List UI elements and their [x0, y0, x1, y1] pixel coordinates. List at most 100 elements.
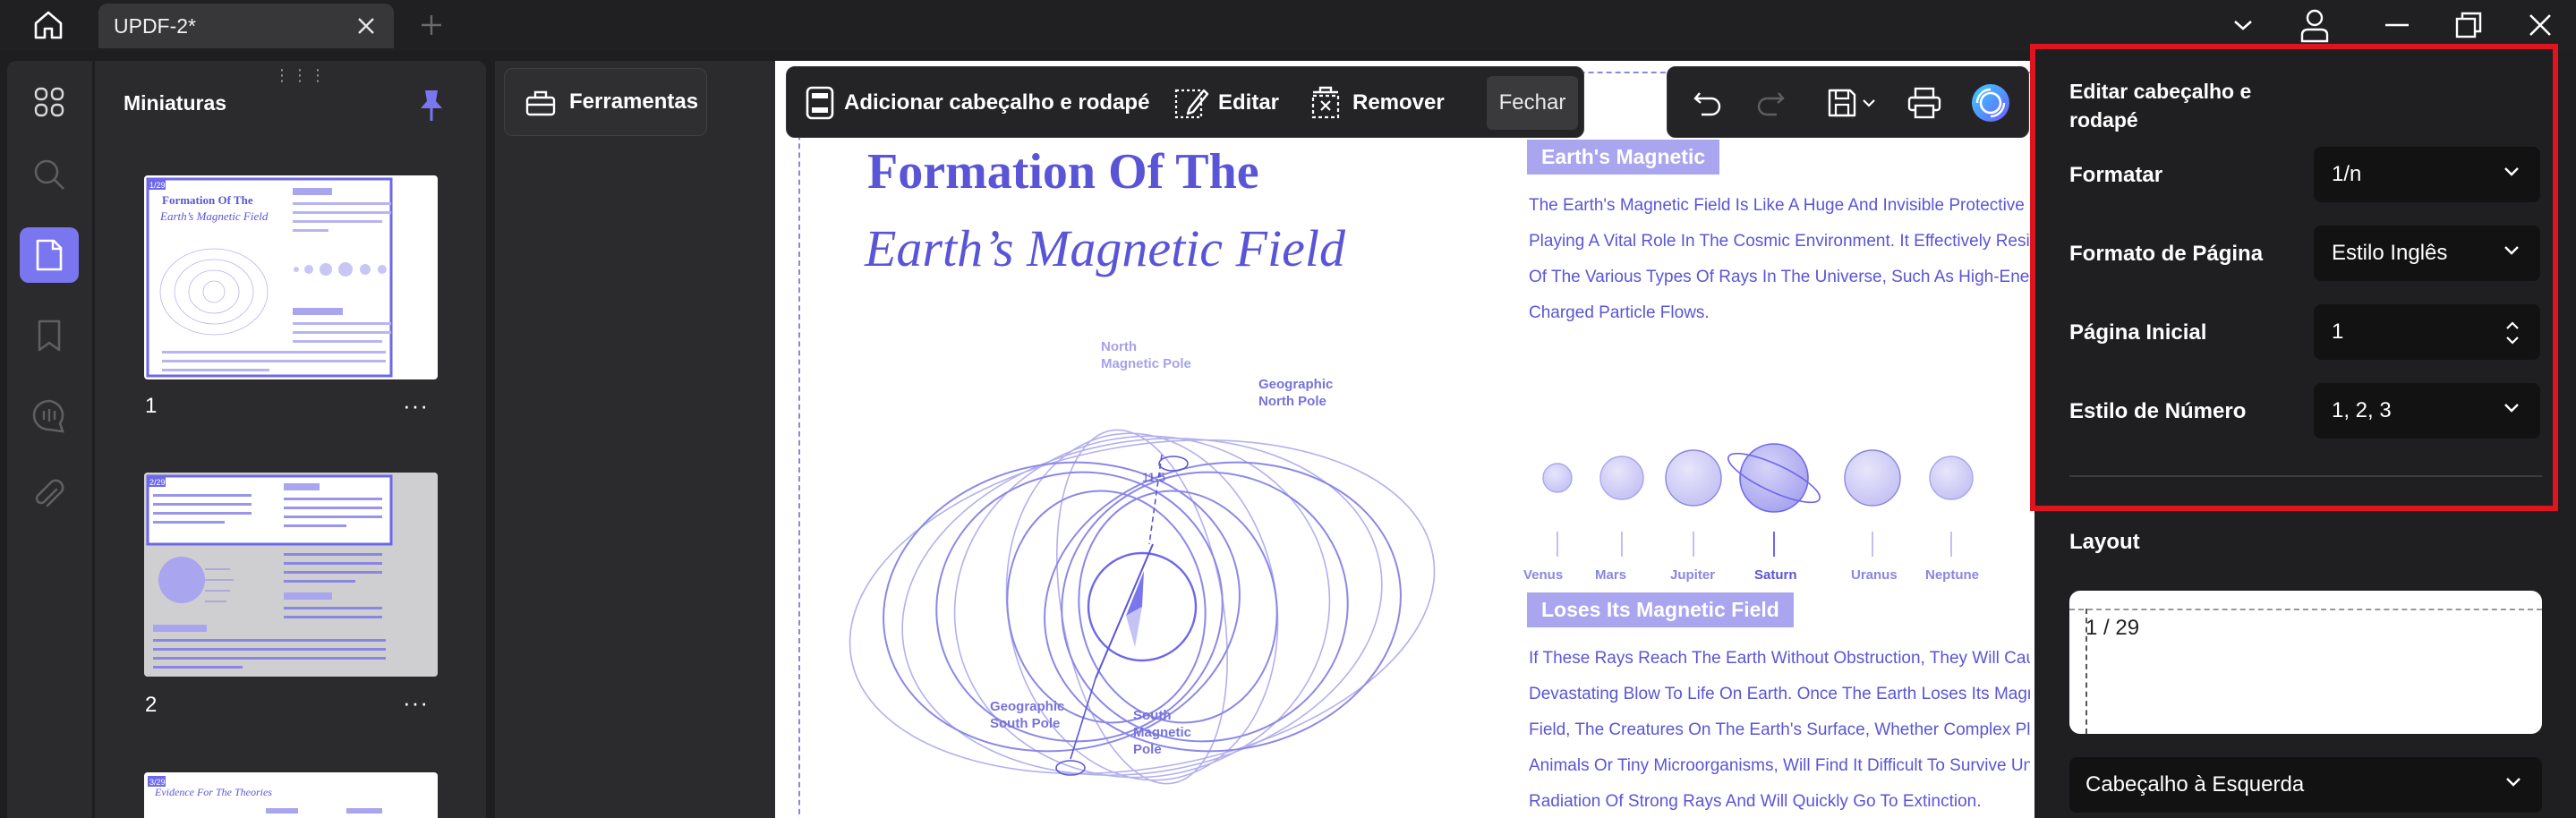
new-tab-button[interactable]	[417, 11, 446, 39]
page-icon	[36, 239, 63, 271]
position-select[interactable]: Cabeçalho à Esquerda	[2069, 757, 2542, 813]
print-button[interactable]	[1902, 80, 1947, 126]
chevron-down-icon	[2504, 167, 2519, 176]
page-thumbnail-2[interactable]: 2/29	[144, 473, 438, 677]
document-tab[interactable]: UPDF-2*	[98, 4, 394, 48]
format-value: 1/n	[2332, 162, 2362, 186]
label-line: Pole	[1133, 742, 1162, 757]
thumbnail-preview: 3/29 Evidence For The Theories	[148, 776, 382, 814]
paragraph-line: If These Rays Reach The Earth Without Ob…	[1529, 649, 2030, 668]
restore-button[interactable]	[2445, 7, 2492, 43]
edit-label: Editar	[1218, 90, 1280, 115]
position-value: Cabeçalho à Esquerda	[2086, 772, 2305, 797]
tools-column: Ferramentas	[495, 61, 774, 818]
paragraph-line: Of The Various Types Of Rays In The Univ…	[1529, 268, 2030, 286]
label-line: Magnetic Pole	[1101, 356, 1191, 371]
thumbnail-heading: Evidence For The Theories	[154, 786, 272, 798]
number-style-select[interactable]: 1, 2, 3	[2314, 383, 2540, 439]
toolbox-icon	[525, 90, 556, 116]
planet-label: Uranus	[1851, 567, 1898, 583]
sidebar-item-attachments[interactable]	[20, 467, 79, 523]
planets-illustration	[1542, 443, 1974, 557]
tab-close-button[interactable]	[353, 13, 380, 39]
label-line: North Pole	[1258, 394, 1326, 409]
pin-icon	[421, 90, 442, 121]
header-footer-icon	[806, 86, 834, 120]
chevron-down-icon	[1863, 99, 1875, 107]
paragraph-line: Radiation Of Strong Rays And Will Quickl…	[1529, 792, 1982, 811]
sidebar-item-comments[interactable]	[20, 388, 79, 444]
start-page-stepper[interactable]: 1	[2314, 304, 2540, 360]
diagram-label-north-magnetic: North Magnetic Pole	[1101, 338, 1191, 372]
window-close-button[interactable]	[2517, 7, 2563, 43]
bookmark-icon	[38, 320, 61, 352]
user-icon	[2300, 9, 2329, 43]
drag-handle[interactable]: ⋮⋮⋮	[274, 66, 328, 85]
add-header-footer-label: Adicionar cabeçalho e rodapé	[844, 90, 1150, 115]
section-paragraph: If These Rays Reach The Earth Without Ob…	[1529, 641, 2030, 818]
plus-icon	[422, 15, 441, 35]
paragraph-line: Field, The Creatures On The Earth's Surf…	[1529, 720, 2030, 739]
edit-button[interactable]: Editar	[1173, 80, 1279, 126]
minimize-button[interactable]	[2374, 7, 2420, 43]
undo-button[interactable]	[1685, 80, 1730, 126]
printer-icon	[1907, 87, 1941, 119]
thumbnail-more-button[interactable]: ···	[403, 392, 429, 420]
chevron-down-icon	[2504, 246, 2519, 255]
format-select[interactable]: 1/n	[2314, 147, 2540, 202]
page-thumbnail-3[interactable]: 3/29 Evidence For The Theories	[144, 772, 438, 818]
section-heading: Loses Its Magnetic Field	[1527, 592, 1794, 627]
sidebar-item-search[interactable]	[20, 147, 79, 202]
left-sidebar	[7, 61, 92, 818]
minimize-icon	[2385, 23, 2409, 27]
document-page[interactable]: Formation Of The Earth’s Magnetic Field …	[775, 61, 2034, 818]
sidebar-item-bookmarks[interactable]	[20, 308, 79, 363]
thumbnail-title-line1: Formation Of The	[162, 193, 253, 207]
remove-button[interactable]: Remover	[1308, 80, 1445, 126]
save-options-dropdown[interactable]	[1855, 80, 1882, 126]
diagram-label-south-magnetic: South Magnetic Pole	[1133, 707, 1191, 758]
layout-preview[interactable]: 1 / 29	[2069, 591, 2542, 734]
add-header-footer-button[interactable]: Adicionar cabeçalho e rodapé	[805, 80, 1149, 126]
remove-label: Remover	[1352, 90, 1445, 115]
page-format-select[interactable]: Estilo Inglês	[2314, 226, 2540, 281]
thumbnail-more-button[interactable]: ···	[403, 689, 429, 717]
preview-guide	[2069, 609, 2542, 610]
undo-icon	[1693, 92, 1721, 116]
stepper-arrows-icon[interactable]	[2504, 319, 2521, 347]
page-thumbnail-1[interactable]: 1/29 Formation Of The Earth’s Magnetic F…	[144, 175, 438, 379]
tools-button[interactable]: Ferramentas	[504, 68, 707, 136]
dropdown-button[interactable]	[2220, 7, 2266, 43]
label-line: South	[1133, 708, 1172, 723]
number-style-value: 1, 2, 3	[2332, 398, 2392, 422]
restore-icon	[2455, 12, 2482, 38]
paragraph-line: The Earth's Magnetic Field Is Like A Hug…	[1529, 196, 2030, 215]
pin-button[interactable]	[414, 88, 449, 124]
home-button[interactable]	[27, 7, 70, 43]
sidebar-item-thumbnails[interactable]	[20, 227, 79, 283]
close-icon	[2529, 14, 2551, 36]
chevron-down-icon	[2234, 21, 2252, 30]
label-line: Geographic	[1258, 377, 1334, 392]
diagram-label-geo-south: Geographic South Pole	[990, 698, 1064, 732]
sidebar-item-organize[interactable]	[20, 74, 79, 130]
chevron-down-icon	[2504, 404, 2519, 413]
account-button[interactable]	[2291, 7, 2338, 43]
page-badge: 2/29	[149, 478, 166, 487]
redo-button[interactable]	[1748, 80, 1793, 126]
planet-label: Venus	[1523, 567, 1564, 583]
label-line: Geographic	[990, 699, 1065, 714]
number-style-label: Estilo de Número	[2069, 399, 2247, 423]
paragraph-line: Devastating Blow To Life On Earth. Once …	[1529, 685, 2030, 703]
close-header-footer-button[interactable]: Fechar	[1487, 76, 1578, 130]
ai-assistant-button[interactable]	[1968, 80, 2013, 126]
grid-icon	[34, 87, 64, 117]
document-title-line2: Earth’s Magnetic Field	[865, 219, 1345, 277]
search-icon	[34, 159, 64, 190]
diagram-label-geo-north: Geographic North Pole	[1258, 376, 1333, 410]
label-line: South Pole	[990, 716, 1061, 731]
label-line: North	[1101, 339, 1137, 354]
redo-icon	[1757, 92, 1785, 116]
close-icon	[358, 18, 374, 34]
planet-label: Neptune	[1925, 567, 1979, 583]
